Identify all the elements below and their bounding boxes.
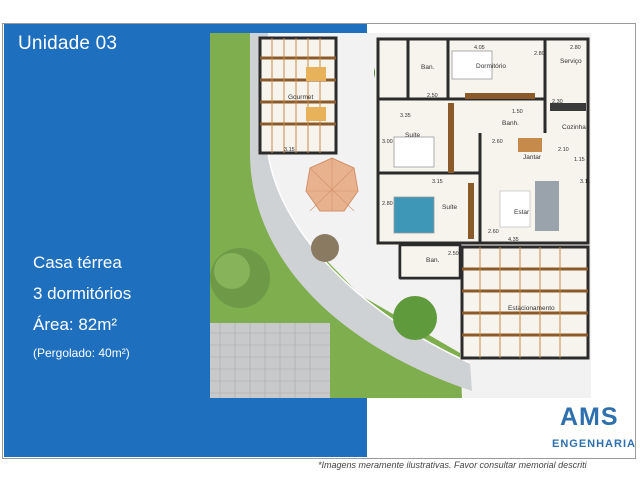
bed-suite-1 — [393, 136, 435, 168]
dim-living-depth: 3.11 — [580, 179, 590, 185]
dim-suite1-width: 3.35 — [400, 113, 411, 119]
room-suite-1: Suíte — [405, 132, 421, 139]
dim-gourmet-width: 3.15 — [284, 147, 295, 153]
room-bath-top: Ban. — [421, 64, 435, 71]
room-bath-mid: Banh. — [502, 120, 519, 127]
dim-bedroom-width: 4.05 — [474, 45, 485, 51]
floor-plan-drawing: Gourmet Ban. Dormitório Serviço Suíte Ba… — [210, 33, 591, 398]
shrub — [311, 234, 339, 262]
room-living: Estar — [514, 209, 530, 216]
dim-service-width: 2.80 — [570, 45, 581, 51]
dim-kitchen-width: 2.10 — [558, 147, 569, 153]
dim-bath-mid-width: 1.50 — [512, 109, 523, 115]
sofa — [535, 181, 559, 231]
area-total: Área: 82m² — [33, 315, 118, 334]
dim-bath-depth: 2.50 — [427, 93, 438, 99]
room-service: Serviço — [560, 58, 582, 65]
dim-suite2-depth: 2.80 — [382, 201, 393, 207]
room-kitchen: Cozinha — [562, 124, 586, 131]
room-parking: Estacionamento — [508, 305, 555, 312]
dim-suite2-width: 3.15 — [432, 179, 443, 185]
dim-suite1-depth: 3.00 — [382, 139, 393, 145]
brand-subtitle: ENGENHARIA — [552, 438, 636, 450]
wardrobe — [448, 103, 454, 173]
tree-highlight — [214, 253, 250, 289]
dim-bedroom-depth: 2.80 — [534, 51, 545, 57]
room-bath-bottom: Ban. — [426, 257, 440, 264]
room-suite-2: Suíte — [442, 204, 458, 211]
unit-title: Unidade 03 — [18, 33, 118, 54]
wardrobe — [468, 183, 474, 239]
room-dining: Jantar — [523, 154, 542, 161]
dim-kitchen-depth: 1.15 — [574, 157, 585, 163]
dim-hall-depth: 2.60 — [488, 229, 499, 235]
bed-suite-2 — [393, 196, 435, 234]
dim-living-width: 4.35 — [508, 237, 519, 243]
pergola-area: (Pergolado: 40m²) — [33, 346, 130, 360]
room-gourmet: Gourmet — [288, 94, 313, 101]
wardrobe — [465, 93, 535, 99]
dim-dining-width: 2.60 — [492, 139, 503, 145]
house-type: Casa térrea — [33, 253, 122, 272]
disclaimer: *Imagens meramente ilustrativas. Favor c… — [318, 460, 587, 470]
palm-tree — [393, 296, 437, 340]
dining-table — [518, 138, 542, 152]
floor-plan: Gourmet Ban. Dormitório Serviço Suíte Ba… — [210, 33, 591, 398]
paving-stones — [210, 323, 330, 398]
room-bedroom: Dormitório — [476, 63, 506, 70]
dim-bath-bottom-width: 2.50 — [448, 251, 459, 257]
brand-logo: AMS — [560, 403, 619, 431]
bedroom-count: 3 dormitórios — [33, 284, 132, 303]
dim-service-depth: 2.30 — [552, 99, 563, 105]
